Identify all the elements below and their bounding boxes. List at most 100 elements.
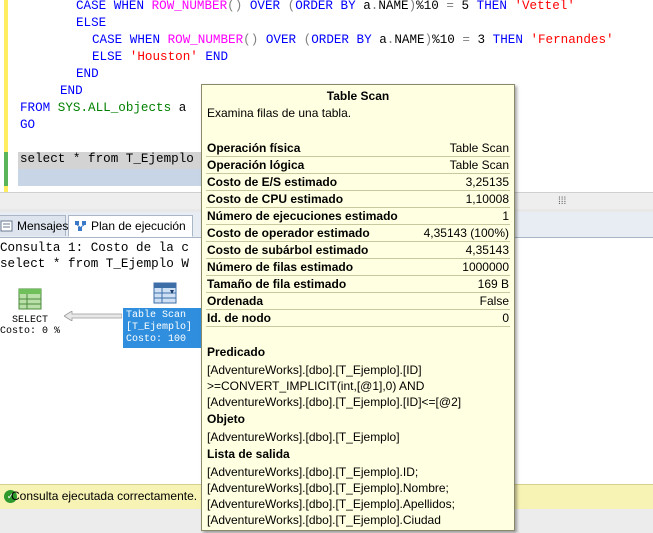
- tab-execution-plan[interactable]: Plan de ejecución: [68, 215, 193, 237]
- selection-highlight: [18, 169, 204, 186]
- tooltip-property-row: Ordenada False: [206, 293, 510, 310]
- property-name: Costo de CPU estimado: [207, 192, 344, 206]
- tooltip-property-row: Costo de E/S estimado 3,25135: [206, 174, 510, 191]
- tab-plan-label: Plan de ejecución: [91, 219, 186, 233]
- scroll-grip-icon[interactable]: ⁞⁞⁞: [558, 196, 566, 207]
- property-value: 4,35143 (100%): [423, 226, 509, 240]
- code-token: =: [446, 0, 462, 13]
- code-token: THEN: [476, 0, 515, 13]
- flow-arrow: [64, 311, 122, 321]
- code-token: ORDER BY: [311, 33, 380, 47]
- code-token: ELSE: [92, 50, 130, 64]
- tab-messages[interactable]: Mensajes: [0, 215, 69, 236]
- tooltip-property-row: Número de filas estimado 1000000: [206, 259, 510, 276]
- code-token: OVER: [249, 0, 288, 13]
- code-token: FROM: [20, 101, 58, 115]
- property-value: 1: [502, 209, 509, 223]
- code-token: END: [60, 84, 83, 98]
- query-cost-header: Consulta 1: Costo de la c: [0, 241, 189, 255]
- tooltip-property-row: Costo de operador estimado 4,35143 (100%): [206, 225, 510, 242]
- code-token: OVER: [265, 33, 304, 47]
- code-token: GO: [20, 118, 36, 132]
- property-name: Costo de operador estimado: [207, 226, 370, 240]
- code-token: NAME: [378, 0, 409, 13]
- code-token: ELSE: [76, 16, 107, 30]
- tooltip-title: Table Scan: [326, 89, 390, 103]
- code-token: 3: [477, 33, 493, 47]
- code-token: NAME: [394, 33, 425, 47]
- property-name: Número de filas estimado: [207, 260, 354, 274]
- code-token: SYS.ALL_objects: [57, 101, 179, 115]
- code-line: CASE WHEN ROW_NUMBER() OVER (ORDER BY a.…: [92, 32, 614, 49]
- table-scan-icon: [153, 282, 177, 304]
- code-token: %10: [432, 33, 463, 47]
- select-node-icon: [18, 288, 42, 310]
- predicate-line: [AdventureWorks].[dbo].[T_Ejemplo].[ID]<…: [207, 395, 462, 409]
- output-line: [AdventureWorks].[dbo].[T_Ejemplo].Nombr…: [207, 481, 449, 495]
- tooltip-property-row: Número de ejecuciones estimado 1: [206, 208, 510, 225]
- code-token: a: [379, 33, 387, 47]
- object-title: Objeto: [207, 412, 245, 426]
- property-value: Table Scan: [449, 158, 509, 172]
- table-scan-node-table: [T_Ejemplo]: [126, 322, 193, 333]
- code-line: GO: [20, 117, 35, 134]
- output-line: [AdventureWorks].[dbo].[T_Ejemplo].Ciuda…: [207, 513, 441, 527]
- code-token: select * from T_Ejemplo: [20, 152, 194, 166]
- tooltip-property-row: Id. de nodo 0: [206, 310, 510, 327]
- operator-tooltip: Table Scan Examina filas de una tabla. O…: [201, 84, 515, 531]
- property-name: Costo de subárbol estimado: [207, 243, 369, 257]
- code-line: FROM SYS.ALL_objects a: [20, 100, 186, 117]
- predicate-line: [AdventureWorks].[dbo].[T_Ejemplo].[ID]: [207, 363, 422, 377]
- execution-plan-icon: [75, 221, 86, 231]
- property-value: 169 B: [477, 277, 509, 291]
- code-token: CASE WHEN: [92, 33, 168, 47]
- predicate-line: >=CONVERT_IMPLICIT(int,[@1],0) AND: [207, 379, 425, 393]
- table-scan-node-cost: Costo: 100: [126, 334, 187, 345]
- tooltip-description: Examina filas de una tabla.: [207, 106, 352, 120]
- tab-messages-label: Mensajes: [17, 219, 69, 233]
- property-value: 1,10008: [465, 192, 509, 206]
- code-token: THEN: [492, 33, 531, 47]
- select-node-label: SELECT: [11, 315, 48, 326]
- property-name: Tamaño de fila estimado: [207, 277, 347, 291]
- code-token: ORDER BY: [295, 0, 364, 13]
- tooltip-property-row: Tamaño de fila estimado 169 B: [206, 276, 510, 293]
- select-node-cost: Costo: 0 %: [0, 326, 61, 337]
- select-node[interactable]: SELECT Costo: 0 %: [0, 288, 60, 337]
- code-token: (): [227, 0, 250, 13]
- property-value: 3,25135: [465, 175, 509, 189]
- table-scan-node-title: Table Scan: [126, 310, 187, 321]
- code-line: select * from T_Ejemplo: [20, 151, 194, 168]
- code-token: END: [205, 50, 229, 64]
- code-token: 'Houston': [129, 50, 206, 64]
- code-token: ROW_NUMBER: [151, 0, 228, 13]
- property-value: 1000000: [462, 260, 509, 274]
- code-token: (): [243, 33, 266, 47]
- property-name: Operación lógica: [207, 158, 305, 172]
- table-scan-node[interactable]: Table Scan [T_Ejemplo] Costo: 100: [123, 308, 213, 348]
- output-line: [AdventureWorks].[dbo].[T_Ejemplo].Apell…: [207, 497, 455, 511]
- code-token: %10: [416, 0, 447, 13]
- code-token: CASE WHEN: [76, 0, 152, 13]
- output-line: [AdventureWorks].[dbo].[T_Ejemplo].ID;: [207, 465, 419, 479]
- property-name: Operación física: [207, 141, 301, 155]
- property-name: Número de ejecuciones estimado: [207, 209, 398, 223]
- output-list-title: Lista de salida: [207, 447, 290, 461]
- tooltip-property-row: Costo de CPU estimado 1,10008: [206, 191, 510, 208]
- code-line: ELSE 'Houston' END: [92, 49, 228, 66]
- code-token: END: [76, 67, 99, 81]
- property-value: False: [479, 294, 509, 308]
- query-text: select * from T_Ejemplo W: [0, 257, 189, 271]
- object-line: [AdventureWorks].[dbo].[T_Ejemplo]: [207, 430, 400, 444]
- code-token: a: [363, 0, 371, 13]
- tooltip-property-row: Costo de subárbol estimado 4,35143: [206, 242, 510, 259]
- code-token: a: [178, 101, 187, 115]
- code-token: =: [462, 33, 478, 47]
- code-line: END: [76, 66, 99, 83]
- status-message: Consulta ejecutada correctamente.: [11, 489, 198, 503]
- messages-icon: [0, 220, 13, 232]
- tooltip-property-row: Operación física Table Scan: [206, 140, 510, 157]
- tooltip-property-row: Operación lógica Table Scan: [206, 157, 510, 174]
- code-token: 'Vettel': [514, 0, 575, 13]
- property-name: Ordenada: [207, 294, 264, 308]
